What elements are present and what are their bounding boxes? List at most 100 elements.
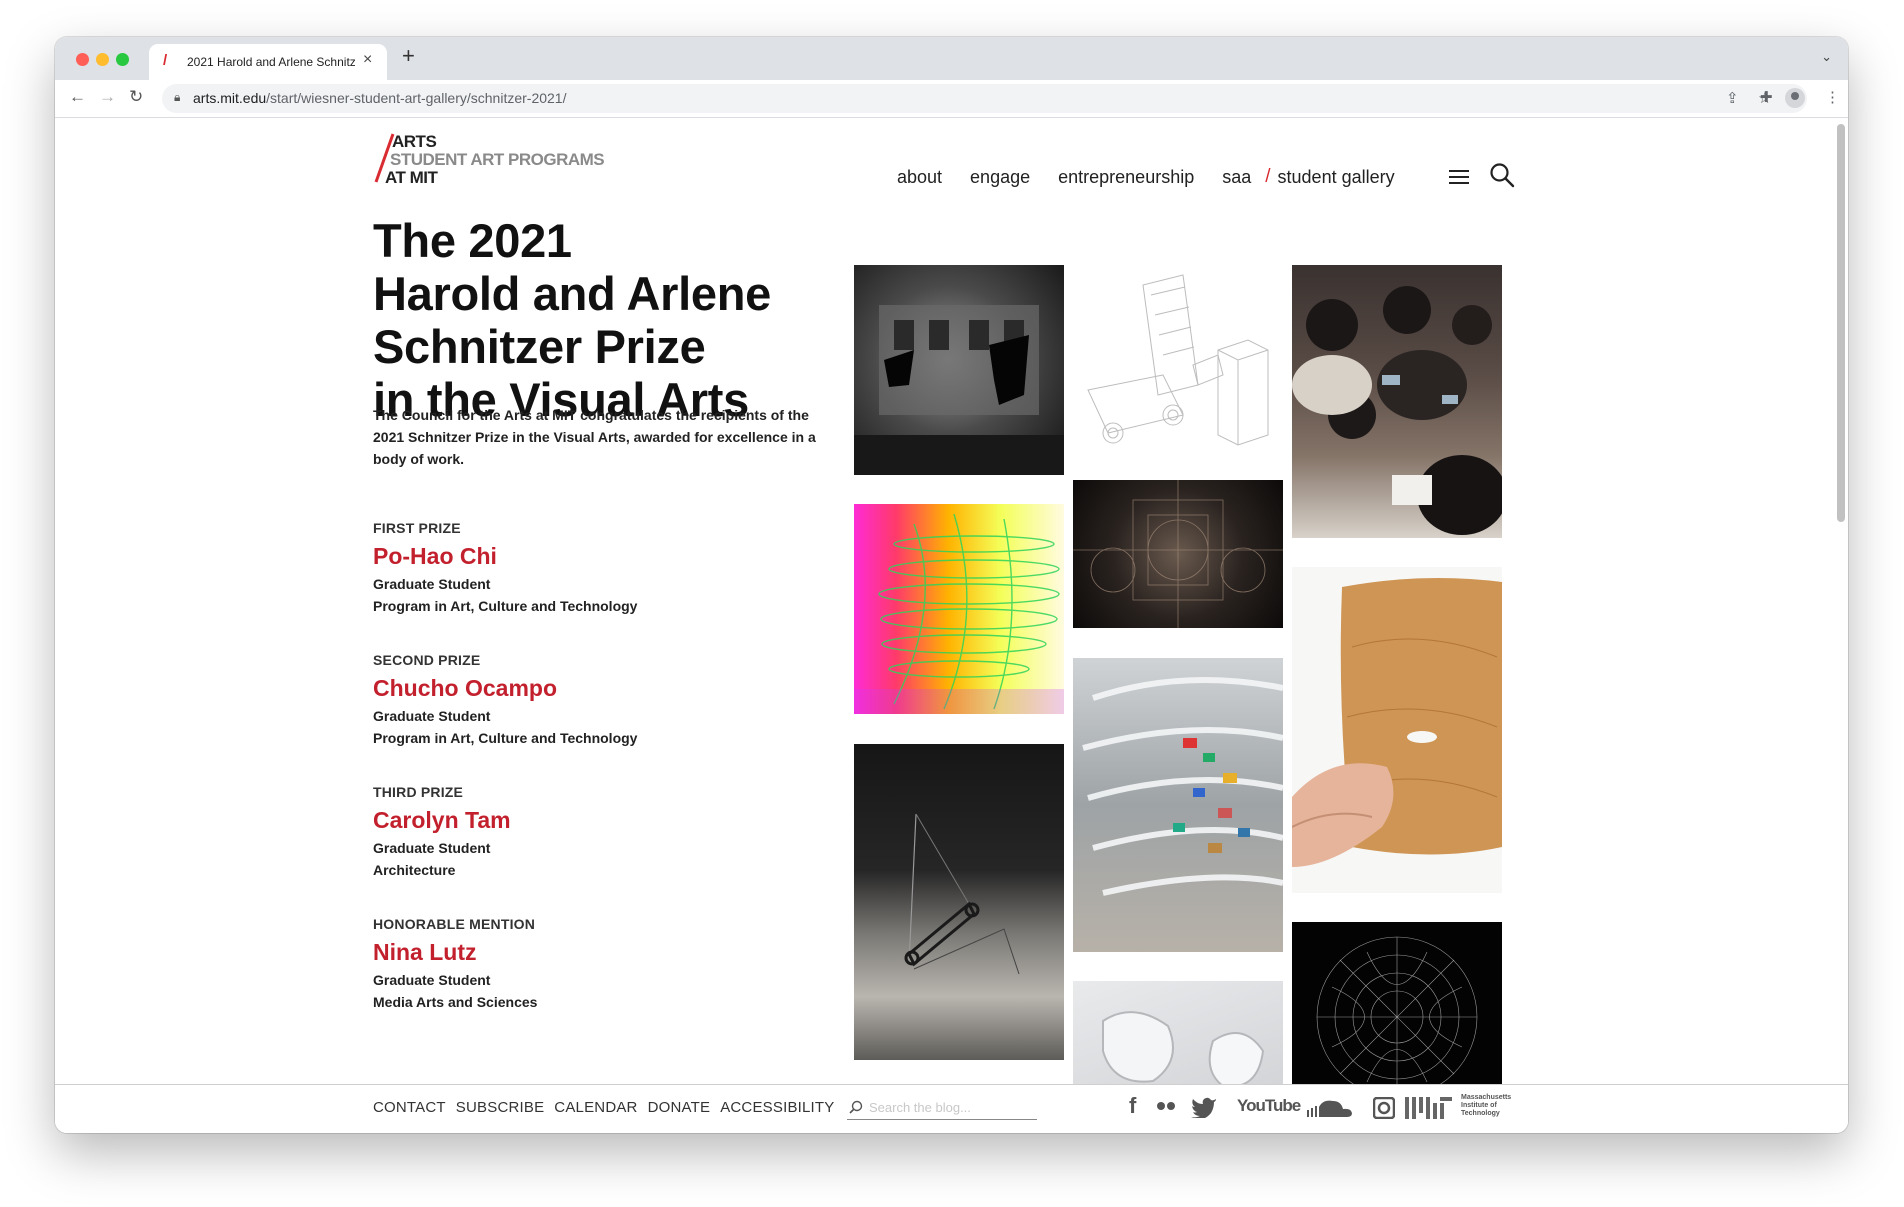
- url-text[interactable]: arts.mit.edu/start/wiesner-student-art-g…: [193, 90, 566, 106]
- instagram-icon[interactable]: [1373, 1097, 1395, 1119]
- nav-student-gallery[interactable]: student gallery: [1278, 167, 1395, 188]
- browser-window: / 2021 Harold and Arlene Schnitzer Prize…: [55, 37, 1848, 1133]
- prize-label: SECOND PRIZE: [373, 652, 481, 668]
- nav-about[interactable]: about: [897, 167, 942, 188]
- winner-status: Graduate Student: [373, 972, 491, 988]
- footer-link-calendar[interactable]: CALENDAR: [554, 1099, 637, 1116]
- winner-name-link[interactable]: Chucho Ocampo: [373, 673, 833, 703]
- url-path: /start/wiesner-student-art-gallery/schni…: [266, 90, 567, 106]
- title-line: The 2021: [373, 214, 572, 267]
- footer-link-donate[interactable]: DONATE: [648, 1099, 711, 1116]
- winner-name-link[interactable]: Carolyn Tam: [373, 805, 833, 835]
- prize-second: SECOND PRIZE Chucho Ocampo Graduate Stud…: [373, 649, 833, 749]
- main-nav: about engage entrepreneurship saa / stud…: [897, 164, 1425, 190]
- puzzle-icon[interactable]: ✚: [1760, 88, 1773, 106]
- reload-icon[interactable]: ↻: [129, 87, 143, 107]
- artwork-image-wire-sculpture[interactable]: [854, 744, 1064, 1060]
- title-line: Harold and Arlene: [373, 267, 771, 320]
- flickr-icon[interactable]: [1156, 1101, 1176, 1111]
- page-scrollbar[interactable]: [1837, 124, 1845, 522]
- artwork-image-amber-sheet[interactable]: [1292, 567, 1502, 893]
- new-tab-button[interactable]: +: [402, 43, 415, 69]
- share-icon[interactable]: ⇪: [1726, 89, 1739, 107]
- artwork-image-spectrum[interactable]: [854, 504, 1064, 714]
- mit-wordmark-line: Massachusetts: [1461, 1094, 1512, 1101]
- prize-label: THIRD PRIZE: [373, 784, 464, 800]
- page-title: The 2021 Harold and Arlene Schnitzer Pri…: [373, 214, 843, 426]
- artwork-image-audience-phones[interactable]: [1292, 265, 1502, 538]
- prize-honorable: HONORABLE MENTION Nina Lutz Graduate Stu…: [373, 913, 833, 1013]
- lock-icon[interactable]: 🔒︎: [174, 90, 180, 105]
- browser-tab-active[interactable]: / 2021 Harold and Arlene Schnitzer Prize…: [149, 44, 387, 80]
- tab-strip: / 2021 Harold and Arlene Schnitzer Prize…: [55, 37, 1848, 80]
- winner-name-link[interactable]: Nina Lutz: [373, 937, 833, 967]
- footer-link-contact[interactable]: CONTACT: [373, 1099, 446, 1116]
- title-line: Schnitzer Prize: [373, 320, 706, 373]
- artwork-shapes: [904, 813, 1020, 975]
- artwork-image-dark-texture[interactable]: [1073, 480, 1283, 628]
- footer-link-accessibility[interactable]: ACCESSIBILITY: [720, 1099, 834, 1116]
- maximize-window-button[interactable]: [116, 53, 129, 66]
- winner-status: Graduate Student: [373, 576, 491, 592]
- artwork-image-glass-bowls[interactable]: [1073, 658, 1283, 952]
- minimize-window-button[interactable]: [96, 53, 109, 66]
- nav-engage[interactable]: engage: [970, 167, 1030, 188]
- blog-search: [847, 1095, 1037, 1120]
- winner-name-link[interactable]: Po-Hao Chi: [373, 541, 833, 571]
- artwork-image-building-projection[interactable]: [854, 265, 1064, 475]
- profile-icon[interactable]: [1785, 88, 1805, 108]
- blog-search-input[interactable]: [867, 1097, 1036, 1117]
- address-bar[interactable]: 🔒︎ arts.mit.edu/start/wiesner-student-ar…: [162, 84, 1807, 113]
- winner-program: Program in Art, Culture and Technology: [373, 598, 638, 614]
- hamburger-menu-icon[interactable]: [1449, 170, 1469, 188]
- back-arrow-icon[interactable]: ←: [69, 87, 86, 107]
- page-viewport: ARTS STUDENT ART PROGRAMS AT MIT about e…: [55, 118, 1848, 1133]
- tab-title: 2021 Harold and Arlene Schnitzer Prize i…: [187, 55, 355, 69]
- youtube-icon[interactable]: YouTube: [1237, 1096, 1301, 1116]
- logo-line-arts: ARTS: [392, 132, 437, 151]
- artwork-shapes: [1082, 677, 1283, 896]
- logo-line-programs: STUDENT ART PROGRAMS: [390, 150, 605, 169]
- winner-program: Program in Art, Culture and Technology: [373, 730, 638, 746]
- soundcloud-icon[interactable]: [1305, 1097, 1353, 1119]
- prize-label: HONORABLE MENTION: [373, 916, 536, 932]
- twitter-icon[interactable]: [1191, 1096, 1217, 1118]
- kebab-menu-icon[interactable]: ⋮: [1825, 88, 1840, 106]
- prize-first: FIRST PRIZE Po-Hao Chi Graduate Student …: [373, 517, 833, 617]
- mit-wordmark: Massachusetts Institute of Technology: [1461, 1094, 1511, 1118]
- browser-toolbar: ← → ↻ 🔒︎ arts.mit.edu/start/wiesner-stud…: [55, 80, 1848, 118]
- close-window-button[interactable]: [76, 53, 89, 66]
- mit-wordmark-line: Institute of: [1461, 1102, 1497, 1109]
- footer-links: CONTACT SUBSCRIBE CALENDAR DONATE ACCESS…: [373, 1099, 845, 1116]
- tab-search-chevron-icon[interactable]: ⌄: [1821, 49, 1832, 65]
- youtube-icon-label: YouTube: [1237, 1096, 1301, 1115]
- footer-link-subscribe[interactable]: SUBSCRIBE: [456, 1099, 545, 1116]
- nav-saa[interactable]: saa: [1222, 167, 1251, 188]
- artwork-shapes: [1073, 480, 1283, 628]
- nav-slash-icon: /: [1265, 166, 1271, 187]
- winner-program: Architecture: [373, 862, 456, 878]
- artwork-shapes: [854, 305, 1064, 475]
- artwork-shapes: [854, 513, 1064, 714]
- facebook-icon[interactable]: f: [1129, 1093, 1136, 1119]
- artwork-image-line-drawing[interactable]: [1073, 265, 1283, 461]
- intro-paragraph: The Council for the Arts at MIT congratu…: [373, 407, 816, 467]
- artwork-shapes: [1292, 286, 1502, 535]
- prize-third: THIRD PRIZE Carolyn Tam Graduate Student…: [373, 781, 833, 881]
- search-icon: [849, 1100, 863, 1114]
- url-domain: arts.mit.edu: [193, 90, 267, 106]
- artwork-shapes: [1292, 578, 1502, 867]
- tab-close-icon[interactable]: ×: [363, 51, 372, 69]
- logo-line-mit: AT MIT: [385, 168, 438, 187]
- search-icon[interactable]: [1489, 162, 1515, 188]
- site-footer: CONTACT SUBSCRIBE CALENDAR DONATE ACCESS…: [55, 1084, 1848, 1133]
- nav-entrepreneurship[interactable]: entrepreneurship: [1058, 167, 1194, 188]
- prize-label: FIRST PRIZE: [373, 520, 461, 536]
- forward-arrow-icon[interactable]: →: [99, 87, 116, 107]
- site-logo[interactable]: ARTS STUDENT ART PROGRAMS AT MIT: [373, 132, 623, 192]
- artwork-shapes: [1087, 274, 1269, 446]
- tab-favicon-icon: /: [163, 52, 168, 69]
- winner-status: Graduate Student: [373, 708, 491, 724]
- winner-status: Graduate Student: [373, 840, 491, 856]
- mit-wordmark-line: Technology: [1461, 1110, 1500, 1117]
